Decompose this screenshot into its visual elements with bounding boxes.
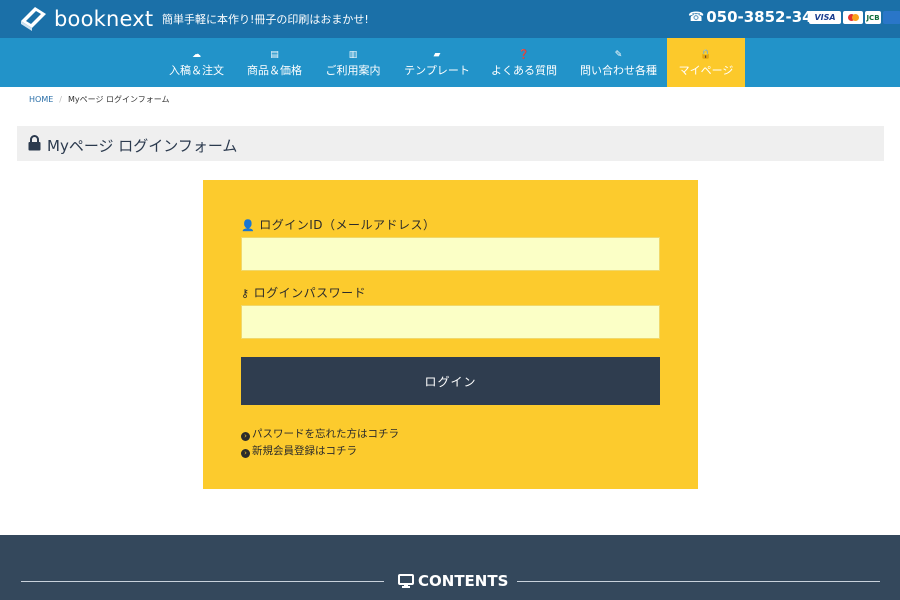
lock-icon: [28, 135, 41, 151]
nav-item-label: ご利用案内: [325, 64, 381, 77]
nav-item-label: 商品＆価格: [247, 64, 302, 77]
key-icon: ⚷: [241, 287, 250, 300]
lock-icon: 🔒: [700, 50, 712, 60]
footer-divider-left: [21, 581, 384, 582]
chevron-right-circle-icon: ›: [241, 449, 250, 458]
nav-item-label: テンプレート: [404, 64, 470, 77]
logo-text: booknext: [54, 7, 154, 31]
breadcrumb: HOME / Myページ ログインフォーム: [29, 94, 170, 105]
password-label-text: ログインパスワード: [253, 286, 367, 300]
book-logo-icon: [21, 7, 46, 31]
amex-card-icon: [883, 11, 900, 24]
header-tagline: 簡単手軽に本作り!冊子の印刷はおまかせ!: [162, 13, 369, 26]
password-label: ⚷ ログインパスワード: [241, 284, 366, 301]
nav-item-label: 問い合わせ各種: [580, 64, 657, 77]
nav-item-label: 入稿＆注文: [169, 64, 224, 77]
page-title-bar: Myページ ログインフォーム: [17, 126, 884, 161]
guide-icon: ▥: [348, 50, 358, 60]
footer-contents-heading: CONTENTS: [398, 572, 508, 590]
user-icon: 👤: [241, 219, 256, 232]
login-id-label-text: ログインID（メールアドレス）: [259, 218, 436, 232]
footer-title-text: CONTENTS: [418, 572, 509, 590]
login-form: 👤 ログインID（メールアドレス） ⚷ ログインパスワード ログイン › パスワードを…: [203, 180, 698, 489]
page-title: Myページ ログインフォーム: [47, 137, 238, 155]
register-link[interactable]: › 新規会員登録はコチラ: [241, 443, 357, 458]
phone-icon: ☎: [688, 9, 705, 25]
chevron-right-circle-icon: ›: [241, 432, 250, 441]
mastercard-icon: [843, 11, 863, 24]
nav-item-label: マイページ: [678, 64, 734, 77]
password-input[interactable]: [241, 305, 660, 339]
nav-item-mypage[interactable]: 🔒 マイページ: [667, 38, 745, 87]
forgot-password-text: パスワードを忘れた方はコチラ: [252, 428, 399, 440]
top-header: booknext 簡単手軽に本作り!冊子の印刷はおまかせ! ☎ 050-3852…: [0, 0, 900, 38]
nav-item-faq[interactable]: ❓ よくある質問: [486, 38, 562, 87]
book-price-icon: ▤: [270, 50, 279, 60]
template-book-icon: ▰: [433, 50, 441, 60]
jcb-card-icon: JCB: [865, 11, 881, 24]
cloud-upload-icon: ☁: [192, 50, 201, 60]
breadcrumb-current: Myページ ログインフォーム: [67, 95, 170, 104]
register-text: 新規会員登録はコチラ: [252, 445, 357, 457]
main-nav: ☁ 入稿＆注文 ▤ 商品＆価格 ▥ ご利用案内 ▰ テンプレート ❓ よくある質…: [0, 38, 900, 87]
nav-item-products[interactable]: ▤ 商品＆価格: [241, 38, 308, 87]
nav-item-templates[interactable]: ▰ テンプレート: [398, 38, 476, 87]
nav-item-contact[interactable]: ✎ 問い合わせ各種: [574, 38, 663, 87]
login-id-label: 👤 ログインID（メールアドレス）: [241, 216, 435, 233]
monitor-icon: [398, 574, 414, 588]
footer-contents: CONTENTS: [0, 535, 900, 600]
site-logo[interactable]: booknext: [18, 4, 153, 34]
nav-item-order[interactable]: ☁ 入稿＆注文: [163, 38, 230, 87]
breadcrumb-home-link[interactable]: HOME: [29, 95, 53, 104]
question-circle-icon: ❓: [518, 50, 530, 60]
edit-icon: ✎: [614, 50, 623, 60]
nav-item-label: よくある質問: [491, 64, 557, 77]
nav-item-guide[interactable]: ▥ ご利用案内: [320, 38, 386, 87]
login-button[interactable]: ログイン: [241, 357, 660, 405]
payment-cards: VISA JCB: [809, 11, 900, 24]
footer-divider-right: [517, 581, 880, 582]
forgot-password-link[interactable]: › パスワードを忘れた方はコチラ: [241, 426, 399, 441]
visa-card-icon: VISA: [809, 11, 841, 24]
breadcrumb-separator: /: [59, 95, 62, 104]
login-id-input[interactable]: [241, 237, 660, 271]
